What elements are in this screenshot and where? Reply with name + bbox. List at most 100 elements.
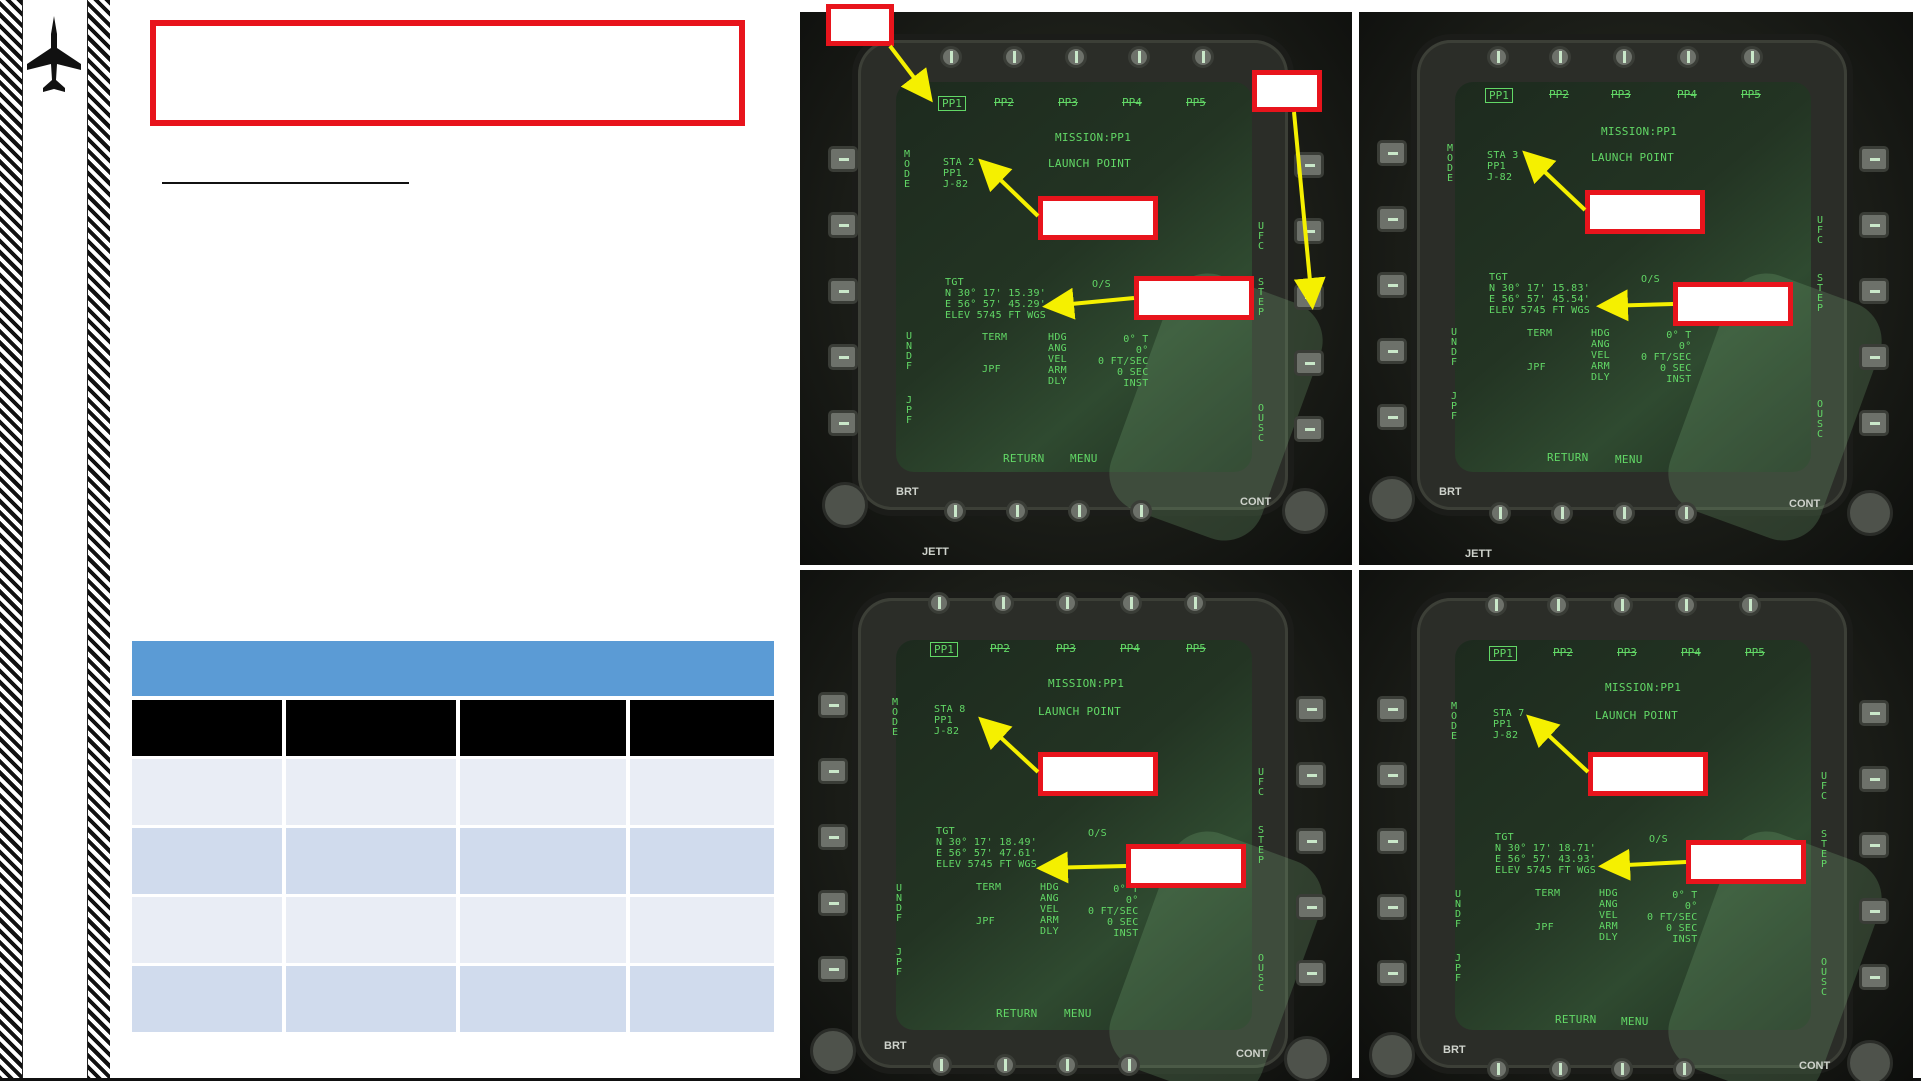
tab-pp4[interactable]: PP4	[1677, 88, 1697, 101]
osb-left-4[interactable]	[828, 344, 858, 370]
osb-left-5[interactable]	[1377, 960, 1407, 986]
tab-pp2[interactable]: PP2	[1553, 646, 1573, 659]
osb-left-3[interactable]	[828, 278, 858, 304]
osb-bottom-2[interactable]	[994, 1054, 1016, 1076]
osb-left-3[interactable]	[1377, 272, 1407, 298]
osb-bottom-4[interactable]	[1675, 502, 1697, 524]
osb-left-4[interactable]	[1377, 894, 1407, 920]
tab-pp5[interactable]: PP5	[1745, 646, 1765, 659]
menu-label[interactable]: MENU	[1070, 453, 1098, 464]
osb-right-3[interactable]	[1296, 828, 1326, 854]
osb-bottom-3[interactable]	[1068, 500, 1090, 522]
osb-top-1[interactable]	[928, 592, 950, 614]
osb-bottom-2[interactable]	[1551, 502, 1573, 524]
osb-right-1[interactable]	[1859, 700, 1889, 726]
return-label[interactable]: RETURN	[1003, 453, 1045, 464]
osb-left-3[interactable]	[818, 824, 848, 850]
osb-top-5[interactable]	[1192, 46, 1214, 68]
osb-bottom-1[interactable]	[930, 1054, 952, 1076]
osb-top-3[interactable]	[1065, 46, 1087, 68]
osb-right-5[interactable]	[1296, 960, 1326, 986]
tab-pp1[interactable]: PP1	[930, 642, 958, 657]
osb-bottom-4[interactable]	[1673, 1058, 1695, 1080]
osb-right-2[interactable]	[1859, 766, 1889, 792]
osb-left-1[interactable]	[1377, 140, 1407, 166]
osb-top-3[interactable]	[1056, 592, 1078, 614]
osb-right-5[interactable]	[1294, 416, 1324, 442]
osb-left-2[interactable]	[828, 212, 858, 238]
osb-left-5[interactable]	[1377, 404, 1407, 430]
osb-left-4[interactable]	[818, 890, 848, 916]
contrast-knob[interactable]	[1282, 488, 1328, 534]
brightness-knob[interactable]	[1369, 476, 1415, 522]
osb-top-2[interactable]	[1547, 594, 1569, 616]
osb-top-4[interactable]	[1120, 592, 1142, 614]
tab-pp2[interactable]: PP2	[990, 642, 1010, 655]
tab-pp3[interactable]: PP3	[1058, 96, 1078, 109]
osb-left-4[interactable]	[1377, 338, 1407, 364]
tab-pp1[interactable]: PP1	[1489, 646, 1517, 661]
menu-label[interactable]: MENU	[1615, 454, 1643, 465]
tab-pp2[interactable]: PP2	[1549, 88, 1569, 101]
osb-top-3[interactable]	[1611, 594, 1633, 616]
osb-right-2[interactable]	[1296, 762, 1326, 788]
tab-pp1[interactable]: PP1	[938, 96, 966, 111]
osb-top-2[interactable]	[1549, 46, 1571, 68]
osb-top-1[interactable]	[940, 46, 962, 68]
tab-pp2[interactable]: PP2	[994, 96, 1014, 109]
contrast-knob[interactable]	[1284, 1036, 1330, 1081]
osb-bottom-4[interactable]	[1130, 500, 1152, 522]
osb-left-1[interactable]	[1377, 696, 1407, 722]
osb-top-4[interactable]	[1128, 46, 1150, 68]
osb-top-2[interactable]	[992, 592, 1014, 614]
osb-bottom-2[interactable]	[1006, 500, 1028, 522]
osb-bottom-3[interactable]	[1611, 1058, 1633, 1080]
osb-left-2[interactable]	[818, 758, 848, 784]
osb-right-2[interactable]	[1859, 212, 1889, 238]
contrast-knob[interactable]	[1847, 490, 1893, 536]
menu-label[interactable]: MENU	[1621, 1016, 1649, 1027]
osb-top-5[interactable]	[1739, 594, 1761, 616]
osb-top-4[interactable]	[1675, 594, 1697, 616]
osb-top-5[interactable]	[1184, 592, 1206, 614]
osb-left-1[interactable]	[818, 692, 848, 718]
osb-left-2[interactable]	[1377, 762, 1407, 788]
osb-right-4[interactable]	[1859, 898, 1889, 924]
osb-top-4[interactable]	[1677, 46, 1699, 68]
osb-left-2[interactable]	[1377, 206, 1407, 232]
osb-bottom-1[interactable]	[1489, 502, 1511, 524]
tab-pp5[interactable]: PP5	[1741, 88, 1761, 101]
return-label[interactable]: RETURN	[1547, 452, 1589, 463]
osb-bottom-3[interactable]	[1056, 1054, 1078, 1076]
tab-pp3[interactable]: PP3	[1617, 646, 1637, 659]
osb-right-5[interactable]	[1859, 964, 1889, 990]
osb-bottom-4[interactable]	[1118, 1054, 1140, 1076]
brightness-knob[interactable]	[1369, 1032, 1415, 1078]
tab-pp5[interactable]: PP5	[1186, 642, 1206, 655]
osb-left-5[interactable]	[818, 956, 848, 982]
osb-bottom-1[interactable]	[944, 500, 966, 522]
tab-pp4[interactable]: PP4	[1120, 642, 1140, 655]
osb-right-4[interactable]	[1859, 344, 1889, 370]
brightness-knob[interactable]	[822, 482, 868, 528]
tab-pp3[interactable]: PP3	[1056, 642, 1076, 655]
osb-right-5[interactable]	[1859, 410, 1889, 436]
return-label[interactable]: RETURN	[1555, 1014, 1597, 1025]
osb-right-1[interactable]	[1294, 152, 1324, 178]
osb-top-2[interactable]	[1003, 46, 1025, 68]
tab-pp3[interactable]: PP3	[1611, 88, 1631, 101]
osb-left-3[interactable]	[1377, 828, 1407, 854]
osb-right-4[interactable]	[1296, 894, 1326, 920]
menu-label[interactable]: MENU	[1064, 1008, 1092, 1019]
tab-pp4[interactable]: PP4	[1681, 646, 1701, 659]
osb-right-2[interactable]	[1294, 218, 1324, 244]
osb-right-3[interactable]	[1859, 278, 1889, 304]
osb-left-1[interactable]	[828, 146, 858, 172]
osb-left-5[interactable]	[828, 410, 858, 436]
osb-right-1[interactable]	[1859, 146, 1889, 172]
tab-pp4[interactable]: PP4	[1122, 96, 1142, 109]
osb-right-4[interactable]	[1294, 350, 1324, 376]
osb-right-3[interactable]	[1859, 832, 1889, 858]
tab-pp1[interactable]: PP1	[1485, 88, 1513, 103]
osb-right-1[interactable]	[1296, 696, 1326, 722]
